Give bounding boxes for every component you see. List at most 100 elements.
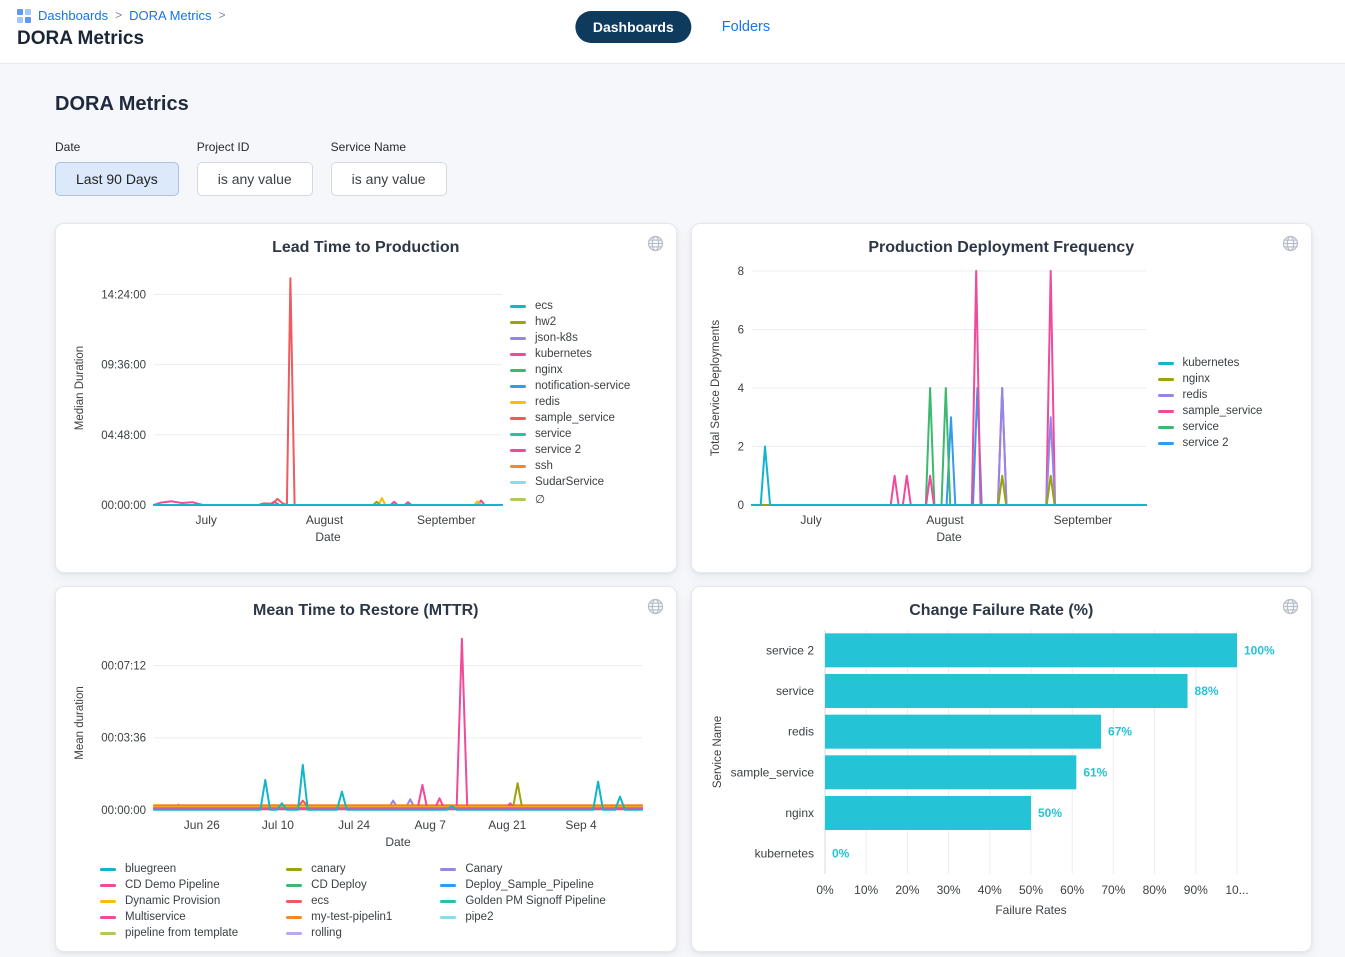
legend-item[interactable]: pipeline from template [100,927,238,939]
legend-item[interactable]: Canary [440,863,605,875]
svg-text:August: August [306,513,344,527]
legend-swatch [510,465,526,468]
legend-item[interactable]: SudarService [510,476,660,488]
legend-item[interactable]: CD Deploy [286,879,392,891]
legend-label: ssh [535,460,553,472]
card-lead-time: Lead Time to Production 00:00:0004:48:00… [55,223,677,573]
legend-swatch [440,900,456,903]
chart-title-deploy-freq: Production Deployment Frequency [706,239,1298,257]
legend-item[interactable]: service [1158,421,1291,433]
svg-text:60%: 60% [1060,883,1084,897]
legend-item[interactable]: service [510,428,660,440]
legend-item[interactable]: rolling [286,927,392,939]
legend-item[interactable]: CD Demo Pipeline [100,879,238,891]
svg-text:50%: 50% [1019,883,1043,897]
legend-item[interactable]: redis [510,396,660,408]
svg-text:0: 0 [737,500,743,512]
legend-item[interactable]: ssh [510,460,660,472]
legend-label: service 2 [1183,437,1229,449]
card-mttr: Mean Time to Restore (MTTR) 00:00:0000:0… [55,586,677,952]
legend-label: ecs [311,895,329,907]
legend-item[interactable]: ∅ [510,492,660,506]
legend-item[interactable]: kubernetes [1158,357,1291,369]
legend-item[interactable]: service 2 [510,444,660,456]
globe-icon[interactable] [647,598,664,615]
legend-item[interactable]: my-test-pipelin1 [286,911,392,923]
card-change-failure: Change Failure Rate (%) 0%10%20%30%40%50… [691,586,1313,952]
legend-swatch [510,353,526,356]
svg-text:service: service [776,684,814,698]
legend-label: redis [1183,389,1208,401]
legend-swatch [100,916,116,919]
svg-text:0%: 0% [817,883,835,897]
legend-item[interactable]: hw2 [510,316,660,328]
legend-item[interactable]: service 2 [1158,437,1291,449]
legend-item[interactable]: bluegreen [100,863,238,875]
legend-item[interactable]: Deploy_Sample_Pipeline [440,879,605,891]
legend-label: canary [311,863,346,875]
legend-label: Deploy_Sample_Pipeline [465,879,594,891]
legend-item[interactable]: notification-service [510,380,660,392]
change-failure-chart-canvas[interactable]: 0%10%20%30%40%50%60%70%80%90%10...servic… [707,622,1295,922]
legend-label: notification-service [535,380,630,392]
legend-item[interactable]: kubernetes [510,348,660,360]
legend-item[interactable]: nginx [1158,373,1291,385]
svg-text:Date: Date [315,530,341,544]
legend-item[interactable]: redis [1158,389,1291,401]
legend-swatch [510,449,526,452]
legend-label: service [1183,421,1219,433]
legend-item[interactable]: pipe2 [440,911,605,923]
legend-item[interactable]: ecs [510,300,660,312]
legend-swatch [1158,378,1174,381]
svg-text:00:03:36: 00:03:36 [101,733,146,745]
legend-swatch [510,498,526,501]
legend-label: CD Deploy [311,879,367,891]
top-tabs: Dashboards Folders [575,11,770,43]
tab-folders[interactable]: Folders [722,19,770,35]
chart-title-lead-time: Lead Time to Production [70,239,662,257]
legend-swatch [510,305,526,308]
globe-icon[interactable] [1282,598,1299,615]
legend-swatch [100,884,116,887]
legend-item[interactable]: canary [286,863,392,875]
legend-item[interactable]: json-k8s [510,332,660,344]
legend-item[interactable]: Multiservice [100,911,238,923]
filter-project-id-button[interactable]: is any value [197,162,313,196]
mttr-chart-canvas[interactable]: 00:00:0000:03:3600:07:12Jun 26Jul 10Jul … [70,620,658,850]
svg-text:September: September [1053,513,1112,527]
legend-label: rolling [311,927,342,939]
filter-date-button[interactable]: Last 90 Days [55,162,179,196]
breadcrumb-link-dora-metrics[interactable]: DORA Metrics [129,8,211,23]
svg-text:September: September [417,513,476,527]
legend-label: Multiservice [125,911,186,923]
globe-icon[interactable] [1282,235,1299,252]
svg-text:Aug 21: Aug 21 [488,818,526,832]
legend-item[interactable]: sample_service [1158,405,1291,417]
legend-item[interactable]: Golden PM Signoff Pipeline [440,895,605,907]
svg-text:Jul 10: Jul 10 [262,818,294,832]
lead-time-chart-canvas[interactable]: 00:00:0004:48:0009:36:0014:24:00JulyAugu… [70,257,508,549]
svg-text:50%: 50% [1038,806,1062,820]
legend-swatch [1158,394,1174,397]
legend-item[interactable]: Dynamic Provision [100,895,238,907]
chart-title-mttr: Mean Time to Restore (MTTR) [70,602,662,620]
dashboard-content: DORA Metrics Date Last 90 Days Project I… [0,64,1345,952]
svg-text:04:48:00: 04:48:00 [101,430,146,442]
legend-label: bluegreen [125,863,176,875]
svg-text:8: 8 [737,266,743,278]
breadcrumb-link-dashboards[interactable]: Dashboards [38,8,108,23]
svg-text:14:24:00: 14:24:00 [101,289,146,301]
tab-dashboards[interactable]: Dashboards [575,11,692,43]
globe-icon[interactable] [647,235,664,252]
svg-text:service 2: service 2 [766,643,814,657]
filter-project-id-label: Project ID [197,140,313,154]
svg-text:Total Service Deployments: Total Service Deployments [710,320,722,456]
filter-service-name-button[interactable]: is any value [331,162,447,196]
deploy-freq-chart-canvas[interactable]: 02468JulyAugustSeptemberDateTotal Servic… [706,257,1156,549]
legend-item[interactable]: ecs [286,895,392,907]
svg-text:Jul 24: Jul 24 [338,818,370,832]
filter-date-label: Date [55,140,179,154]
legend-item[interactable]: sample_service [510,412,660,424]
legend-item[interactable]: nginx [510,364,660,376]
legend-label: SudarService [535,476,604,488]
